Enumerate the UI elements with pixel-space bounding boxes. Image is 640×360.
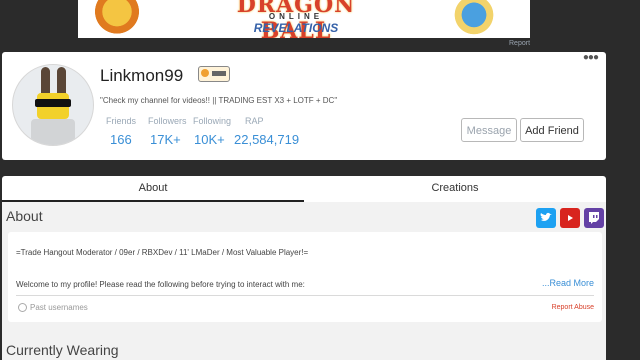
banner-character-right (448, 0, 500, 38)
report-ad-link[interactable]: Report (509, 40, 530, 47)
avatar (12, 64, 94, 146)
banner-character-left (92, 0, 142, 38)
avatar-ear-right (57, 67, 66, 95)
twitter-icon[interactable] (536, 208, 556, 228)
youtube-icon[interactable] (560, 208, 580, 228)
following-count[interactable]: 10K+ (194, 132, 225, 147)
following-label: Following (193, 116, 232, 126)
username: Linkmon99 (100, 66, 184, 85)
twitch-icon[interactable] (584, 208, 604, 228)
message-button[interactable]: Message (461, 118, 517, 142)
friends-label: Friends (106, 116, 137, 126)
banner-logo-revelations: REVELATIONS (253, 21, 339, 35)
followers-label: Followers (148, 116, 187, 126)
friends-count[interactable]: 166 (110, 132, 132, 147)
rap-label: RAP (245, 116, 264, 126)
divider (16, 295, 594, 296)
banner-logo-subtitle: ONLINE (268, 12, 324, 21)
membership-badge-icon (198, 66, 230, 82)
tab-about[interactable]: About (2, 176, 304, 202)
avatar-body (31, 119, 75, 145)
avatar-shades (35, 99, 71, 107)
about-line-2: Welcome to my profile! Please read the f… (16, 280, 305, 289)
ad-banner[interactable]: DRAGON BALL ONLINE REVELATIONS (78, 0, 530, 38)
read-more-link[interactable]: ...Read More (542, 278, 594, 288)
about-heading: About (6, 208, 43, 224)
avatar-ear-left (41, 67, 50, 95)
profile-tabs: About Creations (2, 176, 606, 202)
tab-creations[interactable]: Creations (304, 176, 606, 202)
past-usernames-link[interactable]: Past usernames (30, 303, 88, 312)
rap-value: 22,584,719 (234, 132, 300, 147)
report-abuse-link[interactable]: Report Abuse (552, 304, 594, 311)
more-dots-icon[interactable]: ●●● (583, 52, 599, 63)
status-blurb: "Check my channel for videos!! || TRADIN… (100, 96, 338, 105)
about-card: =Trade Hangout Moderator / 09er / RBXDev… (8, 232, 602, 322)
about-section: About =Trade Hangout Moderator / 09er / … (2, 202, 606, 360)
profile-header: Linkmon99 "Check my channel for videos!!… (2, 52, 606, 160)
history-icon (18, 303, 27, 312)
add-friend-button[interactable]: Add Friend (520, 118, 584, 142)
currently-wearing-heading: Currently Wearing (6, 342, 119, 358)
about-line-1: =Trade Hangout Moderator / 09er / RBXDev… (16, 248, 309, 257)
followers-count[interactable]: 17K+ (150, 132, 181, 147)
